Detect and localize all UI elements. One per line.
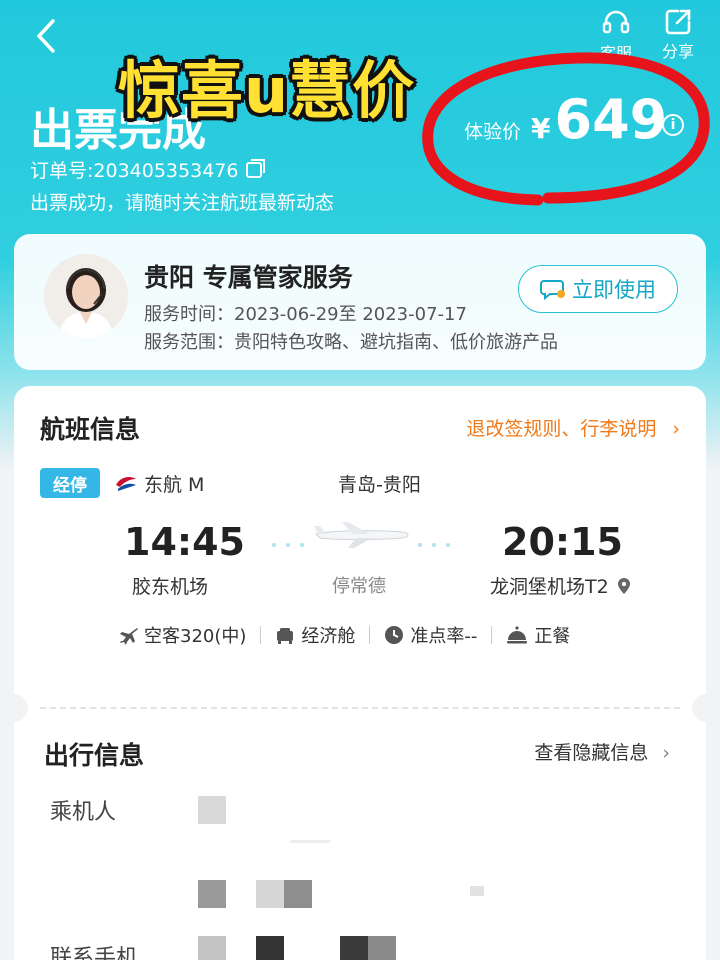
service-scope-row: 服务范围：贵阳特色攻略、避坑指南、低价旅游产品 bbox=[144, 332, 558, 353]
price-label: 体验价 bbox=[464, 121, 522, 143]
flight-section-title: 航班信息 bbox=[40, 415, 141, 444]
order-label: 订单号: bbox=[30, 160, 94, 182]
clock-icon bbox=[385, 626, 404, 644]
airplane-icon bbox=[314, 522, 409, 548]
back-button[interactable] bbox=[26, 14, 66, 58]
ticket-divider bbox=[0, 694, 720, 722]
redacted-block bbox=[198, 936, 226, 960]
route-dots-right bbox=[418, 543, 450, 547]
airline-logo-icon bbox=[116, 476, 136, 491]
use-now-button[interactable]: 立即使用 bbox=[518, 265, 678, 313]
redacted-block bbox=[198, 880, 226, 908]
refund-baggage-rules-link[interactable]: 退改签规则、行李说明 › bbox=[466, 414, 680, 441]
plane-icon bbox=[120, 628, 138, 645]
arrival-time: 20:15 bbox=[502, 520, 623, 564]
chevron-left-icon bbox=[37, 19, 55, 53]
customer-service-label: 客服 bbox=[599, 44, 632, 63]
route-dots-left bbox=[272, 543, 304, 547]
price-currency: ¥ bbox=[531, 112, 551, 145]
service-time-row: 服务时间：2023-06-29至 2023-07-17 bbox=[144, 304, 467, 325]
order-number-row: 订单号:203405353476 bbox=[30, 156, 266, 183]
route-text: 青岛-贵阳 bbox=[338, 474, 421, 496]
departure-airport: 胶东机场 bbox=[132, 576, 209, 598]
ticket-status-text: 出票成功，请随时关注航班最新动态 bbox=[30, 192, 335, 214]
price-info-icon[interactable]: i bbox=[662, 114, 684, 136]
redacted-block bbox=[256, 936, 284, 960]
stopover-city: 停常德 bbox=[332, 576, 386, 597]
redacted-block bbox=[340, 936, 368, 960]
view-hidden-info-link[interactable]: 查看隐藏信息 › bbox=[534, 738, 670, 765]
order-number: 203405353476 bbox=[93, 160, 239, 182]
cabin-item: 经济舱 bbox=[275, 622, 355, 648]
redacted-block bbox=[284, 880, 312, 908]
redacted-block bbox=[198, 796, 226, 824]
promo-overlay-text: 惊喜u慧价 bbox=[118, 54, 416, 127]
share-button[interactable]: 分享 bbox=[650, 8, 706, 64]
location-pin-icon bbox=[617, 577, 630, 594]
share-icon bbox=[665, 9, 691, 35]
concierge-service-card: 贵阳 专属管家服务 服务时间：2023-06-29至 2023-07-17 服务… bbox=[14, 234, 706, 370]
price-value: 649 bbox=[554, 88, 668, 151]
chevron-right-icon: › bbox=[662, 742, 670, 764]
copy-icon[interactable] bbox=[246, 158, 266, 178]
redacted-block bbox=[290, 840, 330, 843]
on-time-item: 准点率-- bbox=[384, 622, 477, 648]
passenger-label: 乘机人 bbox=[50, 800, 117, 825]
headset-icon bbox=[602, 10, 630, 34]
customer-service-button[interactable]: 客服 bbox=[588, 8, 644, 64]
chevron-right-icon: › bbox=[672, 418, 680, 440]
share-label: 分享 bbox=[661, 42, 694, 61]
price-display: 体验价 ¥ 649 bbox=[464, 88, 667, 151]
travel-section-title: 出行信息 bbox=[44, 741, 145, 770]
service-title: 贵阳 专属管家服务 bbox=[144, 263, 353, 292]
redacted-block bbox=[470, 886, 484, 896]
redacted-block bbox=[368, 936, 396, 960]
arrival-airport[interactable]: 龙洞堡机场T2 bbox=[490, 572, 631, 599]
use-now-label: 立即使用 bbox=[572, 278, 656, 302]
stopover-tag: 经停 bbox=[40, 468, 100, 498]
departure-time: 14:45 bbox=[124, 520, 245, 564]
airline-name: 东航 M bbox=[114, 470, 204, 497]
flight-info-card: 航班信息 退改签规则、行李说明 › 经停 东航 M 青岛-贵阳 14:45 胶东… bbox=[14, 386, 706, 706]
aircraft-item: 空客320(中) bbox=[118, 622, 246, 648]
redacted-block bbox=[256, 880, 284, 908]
seat-icon bbox=[277, 628, 294, 644]
contact-phone-label: 联系手机 bbox=[50, 946, 139, 960]
chat-bubble-icon bbox=[540, 280, 565, 301]
flight-meta-row: 空客320(中) 经济舱 准点率-- 正餐 bbox=[118, 622, 570, 648]
travel-info-card: 出行信息 查看隐藏信息 › 乘机人 联系手机 bbox=[14, 722, 706, 960]
agent-avatar bbox=[44, 254, 128, 338]
meal-item: 正餐 bbox=[506, 622, 570, 648]
meal-cloche-icon bbox=[507, 626, 528, 644]
